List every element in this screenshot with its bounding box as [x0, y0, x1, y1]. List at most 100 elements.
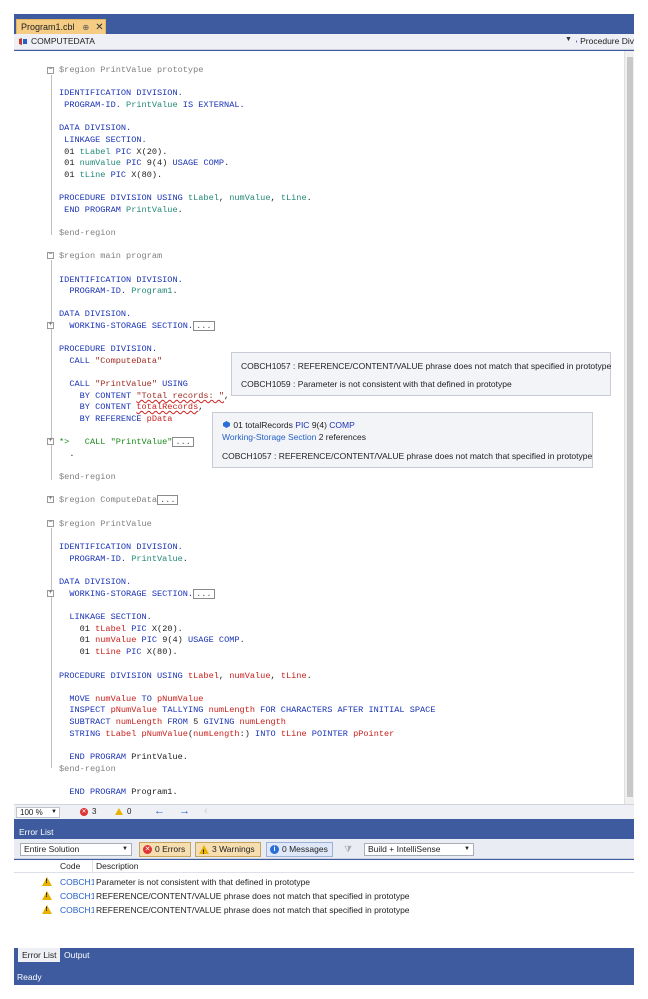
tab-output[interactable]: Output	[60, 948, 94, 962]
error-count: 3	[92, 807, 97, 816]
arrow-right-icon[interactable]: →	[179, 805, 190, 817]
scrollbar-thumb[interactable]	[627, 57, 633, 797]
code-line[interactable]: $end-region	[59, 764, 116, 775]
code-line[interactable]: $region PrintValue	[59, 519, 152, 530]
code-line[interactable]: IDENTIFICATION DIVISION.	[59, 275, 183, 286]
code-line[interactable]: PROCEDURE DIVISION.	[59, 344, 157, 355]
fold-collapse-icon[interactable]: −	[47, 252, 54, 259]
tool-window-tabs: Error List Output	[14, 948, 634, 962]
code-line[interactable]: PROGRAM-ID. Program1.	[59, 286, 177, 297]
code-line[interactable]: DATA DIVISION.	[59, 309, 131, 320]
member-dropdown-left[interactable]: COMPUTEDATA	[18, 36, 95, 46]
scope-value: Entire Solution	[24, 844, 80, 854]
code-line[interactable]: WORKING-STORAGE SECTION....	[59, 589, 215, 600]
code-line[interactable]: END PROGRAM Program1.	[59, 787, 177, 798]
code-line[interactable]: PROGRAM-ID. PrintValue IS EXTERNAL.	[59, 100, 245, 111]
code-line[interactable]: DATA DIVISION.	[59, 123, 131, 134]
document-tab[interactable]: Program1.cbl ⊕ ✕	[16, 19, 106, 35]
chevron-down-icon[interactable]: ▼	[565, 36, 572, 43]
arrow-left-icon[interactable]: ←	[154, 805, 165, 817]
warning-icon	[115, 808, 123, 815]
code-line[interactable]: $end-region	[59, 228, 116, 239]
table-row[interactable]: ! COBCH1059 Parameter is not consistent …	[14, 875, 634, 889]
error-list-grid: Code Description ! COBCH1059 Parameter i…	[14, 860, 634, 961]
code-line[interactable]: END PROGRAM PrintValue.	[59, 752, 188, 763]
field-icon	[223, 421, 230, 428]
warning-count: 0	[127, 807, 132, 816]
code-line[interactable]: WORKING-STORAGE SECTION....	[59, 321, 215, 332]
code-line[interactable]: 01 numValue PIC 9(4) USAGE COMP.	[59, 635, 245, 646]
code-line[interactable]: END PROGRAM PrintValue.	[59, 205, 183, 216]
build-filter-dropdown[interactable]: Build + IntelliSense ▼	[364, 843, 474, 856]
fold-expand-icon[interactable]: +	[47, 496, 54, 503]
code-line[interactable]: *> CALL "PrintValue"...	[59, 437, 194, 448]
code-line[interactable]: CALL "ComputeData"	[59, 356, 162, 367]
cobol-file-icon	[19, 37, 27, 45]
error-description: Parameter is not consistent with that de…	[96, 877, 311, 887]
collapsed-region-marker[interactable]: ...	[157, 495, 179, 505]
code-line[interactable]: 01 tLine PIC X(80).	[59, 170, 162, 181]
fold-expand-icon[interactable]: +	[47, 322, 54, 329]
code-line[interactable]: $region main program	[59, 251, 162, 262]
table-row[interactable]: ! COBCH1057 REFERENCE/CONTENT/VALUE phra…	[14, 903, 634, 917]
code-line[interactable]: INSPECT pNumValue TALLYING numLength FOR…	[59, 705, 435, 716]
code-line[interactable]: SUBTRACT numLength FROM 5 GIVING numLeng…	[59, 717, 286, 728]
code-line[interactable]: $end-region	[59, 472, 116, 483]
filter-icon[interactable]: ⧩	[344, 844, 352, 855]
code-line[interactable]: STRING tLabel pNumValue(numLength:) INTO…	[59, 729, 394, 740]
code-line[interactable]: BY REFERENCE pData	[59, 414, 173, 425]
code-line[interactable]: $region ComputeData...	[59, 495, 179, 506]
code-line[interactable]: BY CONTENT "Total records: ",	[59, 391, 230, 402]
collapsed-region-marker[interactable]: ...	[193, 321, 215, 331]
warnings-filter-button[interactable]: ! 3 Warnings	[195, 842, 261, 857]
code-line[interactable]: 01 numValue PIC 9(4) USAGE COMP.	[59, 158, 229, 169]
errors-filter-button[interactable]: ✕ 0 Errors	[139, 842, 191, 857]
collapsed-region-marker[interactable]: ...	[193, 589, 215, 599]
messages-filter-button[interactable]: i 0 Messages	[266, 842, 333, 857]
error-code[interactable]: COBCH1057	[60, 905, 94, 915]
scope-dropdown[interactable]: Entire Solution ▼	[20, 843, 132, 856]
fold-collapse-icon[interactable]: −	[47, 520, 54, 527]
section-link[interactable]: Working-Storage Section	[222, 432, 316, 442]
code-line[interactable]: 01 tLabel PIC X(20).	[59, 624, 183, 635]
zoom-value: 100 %	[20, 808, 43, 817]
code-line[interactable]: .	[59, 449, 74, 460]
code-line[interactable]: PROGRAM-ID. PrintValue.	[59, 554, 188, 565]
vertical-scrollbar[interactable]	[624, 51, 634, 804]
code-line[interactable]: DATA DIVISION.	[59, 577, 131, 588]
code-line[interactable]: PROCEDURE DIVISION USING tLabel, numValu…	[59, 671, 312, 682]
column-divider[interactable]	[92, 860, 93, 873]
code-line[interactable]: IDENTIFICATION DIVISION.	[59, 542, 183, 553]
fold-expand-icon[interactable]: +	[47, 438, 54, 445]
code-editor[interactable]: − − + + + − + $region PrintValue prototy…	[14, 51, 624, 804]
warning-indicator[interactable]: 0	[115, 807, 131, 816]
fold-expand-icon[interactable]: +	[47, 590, 54, 597]
collapsed-region-marker[interactable]: ...	[172, 437, 194, 447]
arrow-back-icon: ‹	[204, 805, 208, 817]
code-line[interactable]: MOVE numValue TO pNumValue	[59, 694, 203, 705]
error-code[interactable]: COBCH1057	[60, 891, 94, 901]
code-line[interactable]: LINKAGE SECTION.	[59, 135, 147, 146]
quickinfo-error-tooltip: COBCH1057 : REFERENCE/CONTENT/VALUE phra…	[231, 352, 611, 396]
outline-guide	[51, 75, 52, 235]
tab-error-list[interactable]: Error List	[18, 948, 61, 962]
code-line[interactable]: PROCEDURE DIVISION USING tLabel, numValu…	[59, 193, 312, 204]
column-header-description[interactable]: Description	[96, 861, 139, 871]
close-icon[interactable]: ✕	[95, 22, 103, 33]
code-line[interactable]: BY CONTENT totalRecords,	[59, 402, 204, 413]
code-line[interactable]: 01 tLine PIC X(80).	[59, 647, 178, 658]
error-code[interactable]: COBCH1059	[60, 877, 94, 887]
column-header-code[interactable]: Code	[60, 861, 80, 871]
issue-navigation: ← → ‹	[154, 805, 208, 817]
code-line[interactable]: $region PrintValue prototype	[59, 65, 203, 76]
error-indicator[interactable]: ✕ 3	[80, 807, 96, 816]
code-line[interactable]: 01 tLabel PIC X(20).	[59, 147, 167, 158]
member-dropdown-right[interactable]: Procedure Div	[576, 36, 634, 46]
pin-icon[interactable]: ⊕	[83, 23, 90, 32]
code-line[interactable]: IDENTIFICATION DIVISION.	[59, 88, 183, 99]
code-line[interactable]: LINKAGE SECTION.	[59, 612, 152, 623]
fold-collapse-icon[interactable]: −	[47, 67, 54, 74]
table-row[interactable]: ! COBCH1057 REFERENCE/CONTENT/VALUE phra…	[14, 889, 634, 903]
code-line[interactable]: CALL "PrintValue" USING	[59, 379, 188, 390]
zoom-dropdown[interactable]: 100 % ▼	[16, 807, 60, 818]
